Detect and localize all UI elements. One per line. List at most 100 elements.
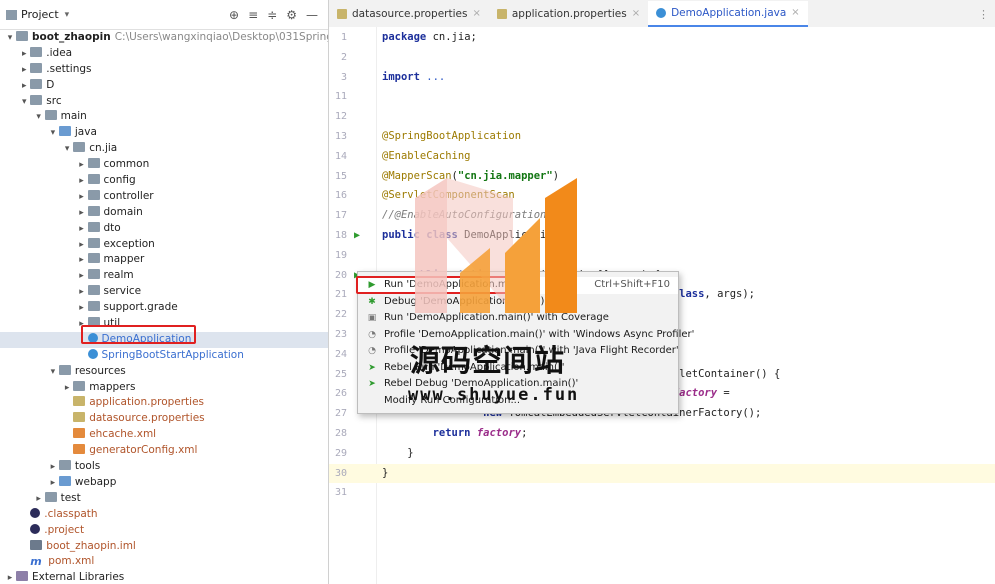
tree-item[interactable]: ▸ .settings: [0, 62, 328, 78]
editor-tab[interactable]: application.properties ×: [489, 1, 648, 27]
code-line[interactable]: 19: [329, 246, 995, 266]
editor-tab[interactable]: DemoApplication.java ×: [648, 1, 808, 27]
tree-item[interactable]: application.properties: [0, 395, 328, 411]
tree-item[interactable]: ▸ webapp: [0, 475, 328, 491]
chevron-right-icon[interactable]: ▸: [18, 79, 30, 95]
chevron-right-icon[interactable]: ▸: [76, 269, 88, 285]
tree-item[interactable]: ▾ main: [0, 109, 328, 125]
chevron-right-icon[interactable]: ▸: [76, 206, 88, 222]
tree-item[interactable]: ▸ support.grade: [0, 300, 328, 316]
tree-item-label: generatorConfig.xml: [89, 444, 198, 457]
menu-item[interactable]: ▣ Run 'DemoApplication.main()' with Cover…: [358, 310, 678, 327]
editor-tab-bar: datasource.properties × application.proper…: [329, 0, 995, 28]
tree-item[interactable]: ▸ External Libraries: [0, 570, 328, 584]
close-icon[interactable]: ×: [472, 1, 480, 27]
tree-item[interactable]: ▸ common: [0, 157, 328, 173]
code-line[interactable]: 13 @SpringBootApplication: [329, 127, 995, 147]
code-line[interactable]: 28 return factory;: [329, 424, 995, 444]
gear-icon[interactable]: ⚙: [286, 8, 297, 22]
run-gutter-icon[interactable]: ▶: [354, 226, 360, 246]
tree-item[interactable]: ▸ .idea: [0, 46, 328, 62]
tree-item[interactable]: ▾ src: [0, 94, 328, 110]
tree-item[interactable]: SpringBootStartApplication: [0, 348, 328, 364]
tree-item[interactable]: .classpath: [0, 507, 328, 523]
folder-icon: [87, 237, 100, 248]
locate-icon[interactable]: ⊕: [229, 8, 239, 22]
tree-item[interactable]: ▸ realm: [0, 268, 328, 284]
menu-item[interactable]: ✱ Debug 'DemoApplication.main()': [358, 294, 678, 311]
expand-all-icon[interactable]: ≡: [248, 8, 258, 22]
tree-item[interactable]: generatorConfig.xml: [0, 443, 328, 459]
tree-item[interactable]: ▸ D: [0, 78, 328, 94]
tree-item[interactable]: .project: [0, 523, 328, 539]
tree-item[interactable]: ▸ test: [0, 491, 328, 507]
tree-item[interactable]: ▸ mapper: [0, 252, 328, 268]
code-line[interactable]: 12: [329, 107, 995, 127]
code-line[interactable]: 17 //@EnableAutoConfiguration: [329, 206, 995, 226]
tree-item[interactable]: ▸ mappers: [0, 380, 328, 396]
chevron-right-icon[interactable]: ▸: [18, 63, 30, 79]
tree-item[interactable]: ▸ config: [0, 173, 328, 189]
chevron-right-icon[interactable]: ▸: [76, 174, 88, 190]
tree-item[interactable]: ehcache.xml: [0, 427, 328, 443]
tree-item[interactable]: ▾ resources: [0, 364, 328, 380]
chevron-down-icon[interactable]: ▾: [18, 95, 30, 111]
tree-item[interactable]: ▸ service: [0, 284, 328, 300]
chevron-down-icon[interactable]: ▾: [47, 126, 59, 142]
code-line[interactable]: 1 package cn.jia;: [329, 28, 995, 48]
chevron-right-icon[interactable]: ▸: [18, 47, 30, 63]
code-line[interactable]: 3 import ...: [329, 68, 995, 88]
chevron-right-icon[interactable]: ▸: [76, 222, 88, 238]
tab-overflow-icon[interactable]: ⋮: [978, 8, 995, 27]
folder-icon: [16, 31, 28, 41]
chevron-right-icon[interactable]: ▸: [76, 301, 88, 317]
code-line[interactable]: 14 @EnableCaching: [329, 147, 995, 167]
tree-item[interactable]: ▾ boot_zhaopin C:\Users\wangxinqiao\Deskto…: [0, 30, 328, 46]
chevron-down-icon[interactable]: ▾: [4, 31, 16, 47]
code-line[interactable]: 30}: [329, 463, 995, 484]
code-line[interactable]: 31: [329, 483, 995, 503]
tree-item[interactable]: boot_zhaopin.iml: [0, 539, 328, 555]
chevron-right-icon[interactable]: ▸: [47, 476, 59, 492]
editor-tab[interactable]: datasource.properties ×: [329, 1, 489, 27]
tree-item-label: datasource.properties: [89, 412, 205, 425]
chevron-down-icon[interactable]: ▾: [65, 10, 70, 20]
chevron-right-icon[interactable]: ▸: [76, 238, 88, 254]
tree-item[interactable]: m pom.xml: [0, 554, 328, 570]
chevron-right-icon[interactable]: ▸: [61, 381, 73, 397]
chevron-down-icon[interactable]: ▾: [61, 142, 73, 158]
collapse-all-icon[interactable]: ≑: [267, 8, 277, 22]
code-text: public class DemoApplication {: [382, 229, 572, 241]
close-icon[interactable]: ×: [791, 0, 799, 26]
project-panel-toolbar: ⊕ ≡ ≑ ⚙ —: [229, 8, 328, 22]
tree-item[interactable]: ▸ domain: [0, 205, 328, 221]
chevron-right-icon[interactable]: ▸: [47, 460, 59, 476]
minimize-icon[interactable]: —: [306, 8, 318, 22]
project-panel-title[interactable]: Project: [21, 8, 59, 21]
tree-item[interactable]: ▸ exception: [0, 237, 328, 253]
tree-item[interactable]: ▸ controller: [0, 189, 328, 205]
tree-item[interactable]: datasource.properties: [0, 411, 328, 427]
tree-item[interactable]: ▾ java: [0, 125, 328, 141]
chevron-right-icon[interactable]: ▸: [76, 285, 88, 301]
code-line[interactable]: 29 }: [329, 444, 995, 464]
code-line[interactable]: 18 ▶ public class DemoApplication {: [329, 226, 995, 246]
code-line[interactable]: 2: [329, 48, 995, 68]
chevron-right-icon[interactable]: ▸: [4, 571, 16, 584]
code-line[interactable]: 11: [329, 87, 995, 107]
tree-item[interactable]: ▸ tools: [0, 459, 328, 475]
chevron-right-icon[interactable]: ▸: [76, 158, 88, 174]
chevron-right-icon[interactable]: ▸: [33, 492, 45, 508]
close-icon[interactable]: ×: [632, 1, 640, 27]
watermark-url: www.shuyue.fun: [408, 385, 580, 405]
code-line[interactable]: 15 @MapperScan("cn.jia.mapper"): [329, 167, 995, 187]
menu-item-label: Debug 'DemoApplication.main()': [384, 295, 548, 307]
tree-item[interactable]: ▸ dto: [0, 221, 328, 237]
chevron-down-icon[interactable]: ▾: [47, 365, 59, 381]
chevron-down-icon[interactable]: ▾: [33, 110, 45, 126]
chevron-right-icon[interactable]: ▸: [76, 190, 88, 206]
line-number: 26: [334, 388, 347, 400]
code-line[interactable]: 16 @ServletComponentScan: [329, 186, 995, 206]
tree-item[interactable]: ▾ cn.jia: [0, 141, 328, 157]
chevron-right-icon[interactable]: ▸: [76, 253, 88, 269]
